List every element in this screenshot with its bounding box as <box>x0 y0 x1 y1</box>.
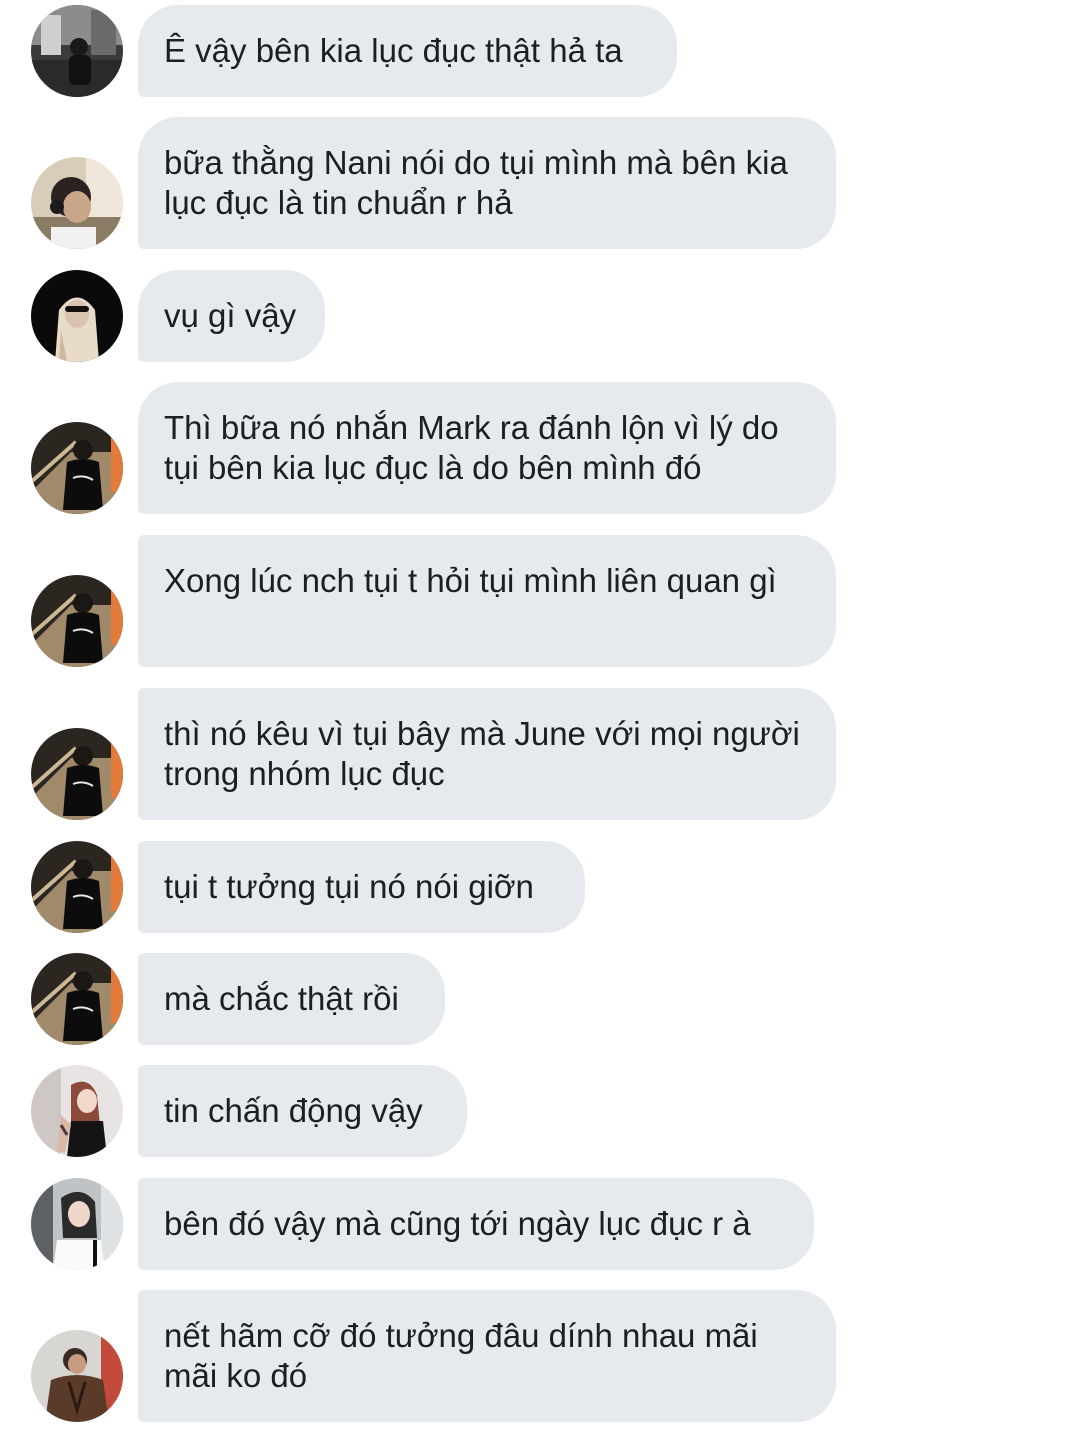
avatar-grayscale-street-icon <box>31 5 123 97</box>
message-bubble[interactable]: thì nó kêu vì tụi bây mà June với mọi ng… <box>138 688 836 820</box>
message-bubble[interactable]: Xong lúc nch tụi t hỏi tụi mình liên qua… <box>138 535 836 667</box>
message-bubble[interactable]: vụ gì vậy <box>138 270 325 362</box>
avatar-boy-stairs-icon <box>31 422 123 514</box>
avatar[interactable] <box>31 5 123 97</box>
avatar-boy-jacket-icon <box>31 1330 123 1422</box>
avatar[interactable] <box>31 422 123 514</box>
message-bubble[interactable]: nết hãm cỡ đó tưởng đâu dính nhau mãi mã… <box>138 1290 836 1422</box>
avatar-girl-tattoo-icon <box>31 1065 123 1157</box>
avatar[interactable] <box>31 1178 123 1270</box>
message-bubble[interactable]: bên đó vậy mà cũng tới ngày lục đục r à <box>138 1178 814 1270</box>
message-bubble[interactable]: bữa thằng Nani nói do tụi mình mà bên ki… <box>138 117 836 249</box>
message-bubble[interactable]: Thì bữa nó nhắn Mark ra đánh lộn vì lý d… <box>138 382 836 514</box>
avatar-boy-stairs-icon <box>31 953 123 1045</box>
message-bubble[interactable]: tin chấn động vậy <box>138 1065 467 1157</box>
avatar-boy-stairs-icon <box>31 575 123 667</box>
avatar[interactable] <box>31 728 123 820</box>
avatar-boy-headphones-icon <box>31 157 123 249</box>
message-bubble[interactable]: Ê vậy bên kia lục đục thật hả ta <box>138 5 677 97</box>
avatar[interactable] <box>31 270 123 362</box>
avatar[interactable] <box>31 841 123 933</box>
avatar[interactable] <box>31 1330 123 1422</box>
avatar-boy-stairs-icon <box>31 728 123 820</box>
avatar[interactable] <box>31 157 123 249</box>
avatar[interactable] <box>31 575 123 667</box>
avatar-girl-dark-icon <box>31 270 123 362</box>
message-bubble[interactable]: mà chắc thật rồi <box>138 953 445 1045</box>
avatar[interactable] <box>31 953 123 1045</box>
message-bubble[interactable]: tụi t tưởng tụi nó nói giỡn <box>138 841 585 933</box>
avatar-boy-stairs-icon <box>31 841 123 933</box>
avatar-girl-mirror-icon <box>31 1178 123 1270</box>
avatar[interactable] <box>31 1065 123 1157</box>
